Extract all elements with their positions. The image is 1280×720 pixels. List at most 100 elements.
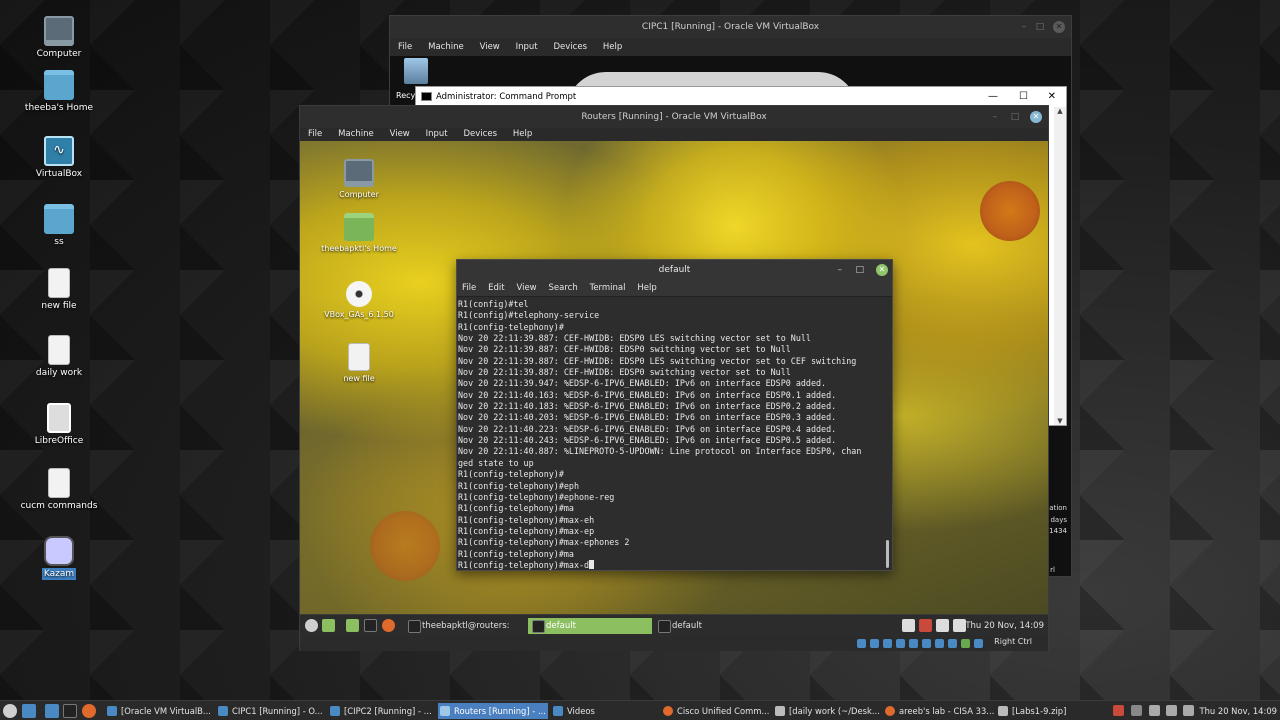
- close-icon[interactable]: ✕: [1048, 87, 1056, 107]
- scroll-up-icon[interactable]: ▲: [1054, 107, 1066, 115]
- recording-icon[interactable]: [1113, 705, 1124, 716]
- update-icon[interactable]: [902, 619, 915, 632]
- taskbar-task-cisco-unified[interactable]: Cisco Unified Comm...: [661, 703, 771, 719]
- guest-desktop-icon-vbox-gas[interactable]: VBox_GAs_6.1.50: [314, 281, 404, 319]
- menu-file[interactable]: File: [398, 42, 412, 52]
- shield-icon[interactable]: [919, 619, 932, 632]
- terminal-icon[interactable]: [364, 619, 377, 632]
- menu-view[interactable]: View: [390, 129, 410, 139]
- terminal-current-input[interactable]: R1(config-telephony)#max-d: [458, 560, 589, 570]
- menu-help[interactable]: Help: [603, 42, 622, 52]
- close-icon[interactable]: ✕: [1053, 21, 1065, 33]
- taskbar-task-daily-work[interactable]: [daily work (~/Desk...: [773, 703, 881, 719]
- desktop-icon-new-file[interactable]: new file: [14, 268, 104, 311]
- desktop-icon-libreoffice[interactable]: LibreOffice: [14, 403, 104, 446]
- guest-desktop-icon-new-file[interactable]: new file: [314, 343, 404, 383]
- folder-icon[interactable]: [346, 619, 359, 632]
- shield-icon[interactable]: [1149, 705, 1160, 716]
- terminal-prompt-line[interactable]: R1(config-telephony)#max-d: [458, 559, 884, 570]
- menu-devices[interactable]: Devices: [554, 42, 588, 52]
- update-icon[interactable]: [1131, 705, 1142, 716]
- routers-vm-window[interactable]: Routers [Running] - Oracle VM VirtualBox…: [299, 105, 1049, 651]
- menu-search[interactable]: Search: [549, 283, 578, 293]
- menu-edit[interactable]: Edit: [488, 283, 504, 293]
- desktop-icon-home[interactable]: theeba's Home: [14, 70, 104, 113]
- desktop-icon-daily-work[interactable]: daily work: [14, 335, 104, 378]
- maximize-icon[interactable]: □: [1033, 16, 1047, 38]
- cpu-icon[interactable]: [961, 639, 970, 648]
- hdd-icon[interactable]: [857, 639, 866, 648]
- menu-help[interactable]: Help: [513, 129, 532, 139]
- guest-desktop-icon-home[interactable]: theebapktl's Home: [314, 213, 404, 253]
- close-icon[interactable]: ✕: [876, 264, 888, 276]
- firefox-icon[interactable]: [82, 704, 96, 718]
- menu-file[interactable]: File: [308, 129, 322, 139]
- menu-input[interactable]: Input: [426, 129, 448, 139]
- menu-view[interactable]: View: [516, 283, 536, 293]
- mouse-integration-icon[interactable]: [974, 639, 983, 648]
- taskbar-task-routers-active[interactable]: Routers [Running] - ...: [438, 703, 548, 719]
- terminal-window[interactable]: default – □ ✕ File Edit View Search Term…: [456, 259, 893, 571]
- menu-icon[interactable]: [3, 704, 17, 718]
- menu-icon[interactable]: [305, 619, 318, 632]
- menu-devices[interactable]: Devices: [464, 129, 498, 139]
- terminal-scrollbar[interactable]: [884, 297, 892, 570]
- desktop-icon-computer[interactable]: Computer: [14, 16, 104, 59]
- maximize-icon[interactable]: □: [855, 260, 864, 280]
- command-prompt-titlebar[interactable]: Administrator: Command Prompt — ☐ ✕: [416, 87, 1066, 107]
- minimize-icon[interactable]: –: [988, 106, 1002, 128]
- folder-icon[interactable]: [45, 704, 59, 718]
- minimize-icon[interactable]: –: [1017, 16, 1031, 38]
- guest-task-default-active[interactable]: default: [528, 618, 652, 634]
- taskbar-task-oracle-vm[interactable]: [Oracle VM VirtualB...: [105, 703, 215, 719]
- show-desktop-icon[interactable]: [22, 704, 36, 718]
- guest-task-default[interactable]: default: [654, 618, 764, 634]
- taskbar-task-areebs-lab[interactable]: areeb's lab - CISA 33...: [883, 703, 995, 719]
- terminal-output[interactable]: R1(config)#tel R1(config)#telephony-serv…: [457, 297, 884, 570]
- audio-icon[interactable]: [883, 639, 892, 648]
- desktop-icon-cucm-commands[interactable]: cucm commands: [14, 468, 104, 511]
- menu-machine[interactable]: Machine: [428, 42, 464, 52]
- usb-icon[interactable]: [909, 639, 918, 648]
- menu-file[interactable]: File: [462, 283, 476, 293]
- taskbar-task-videos[interactable]: Videos: [551, 703, 651, 719]
- scrollbar-thumb[interactable]: [886, 540, 889, 568]
- terminal-titlebar[interactable]: default – □ ✕: [457, 260, 892, 280]
- scroll-down-icon[interactable]: ▼: [1054, 417, 1066, 425]
- firefox-icon[interactable]: [382, 619, 395, 632]
- desktop-icon-virtualbox[interactable]: ∿ VirtualBox: [14, 136, 104, 179]
- network-icon[interactable]: [936, 619, 949, 632]
- host-clock[interactable]: Thu 20 Nov, 14:09: [1199, 703, 1277, 719]
- menu-input[interactable]: Input: [516, 42, 538, 52]
- menu-help[interactable]: Help: [637, 283, 656, 293]
- optical-drive-icon[interactable]: [870, 639, 879, 648]
- desktop-icon-ss[interactable]: ss: [14, 204, 104, 247]
- recycle-bin-icon[interactable]: [404, 58, 428, 84]
- taskbar-task-labs-zip[interactable]: [Labs1-9.zip]: [996, 703, 1106, 719]
- desktop-icon-kazam[interactable]: Kazam: [14, 536, 104, 580]
- terminal-icon[interactable]: [63, 704, 77, 718]
- menu-machine[interactable]: Machine: [338, 129, 374, 139]
- show-desktop-icon[interactable]: [322, 619, 335, 632]
- routers-titlebar[interactable]: Routers [Running] - Oracle VM VirtualBox…: [300, 106, 1048, 128]
- guest-clock[interactable]: Thu 20 Nov, 14:09: [965, 618, 1044, 634]
- shared-folders-icon[interactable]: [922, 639, 931, 648]
- cipc1-titlebar[interactable]: CIPC1 [Running] - Oracle VM VirtualBox –…: [390, 16, 1071, 38]
- network-icon[interactable]: [896, 639, 905, 648]
- display-icon[interactable]: [935, 639, 944, 648]
- guest-desktop-icon-computer[interactable]: Computer: [314, 159, 404, 199]
- maximize-icon[interactable]: □: [1008, 106, 1022, 128]
- volume-icon[interactable]: [1183, 705, 1194, 716]
- close-icon[interactable]: ✕: [1030, 111, 1042, 123]
- taskbar-task-cipc2[interactable]: [CIPC2 [Running] - ...: [328, 703, 436, 719]
- network-icon[interactable]: [1166, 705, 1177, 716]
- cmd-scrollbar[interactable]: ▲ ▼: [1054, 107, 1066, 425]
- taskbar-task-cipc1[interactable]: CIPC1 [Running] - O...: [216, 703, 324, 719]
- guest-task-terminal[interactable]: theebapktl@routers: ~...: [404, 618, 524, 647]
- recording-icon[interactable]: [948, 639, 957, 648]
- menu-view[interactable]: View: [480, 42, 500, 52]
- minimize-icon[interactable]: —: [988, 87, 998, 107]
- minimize-icon[interactable]: –: [838, 260, 843, 280]
- maximize-icon[interactable]: ☐: [1019, 87, 1028, 107]
- menu-terminal[interactable]: Terminal: [590, 283, 626, 293]
